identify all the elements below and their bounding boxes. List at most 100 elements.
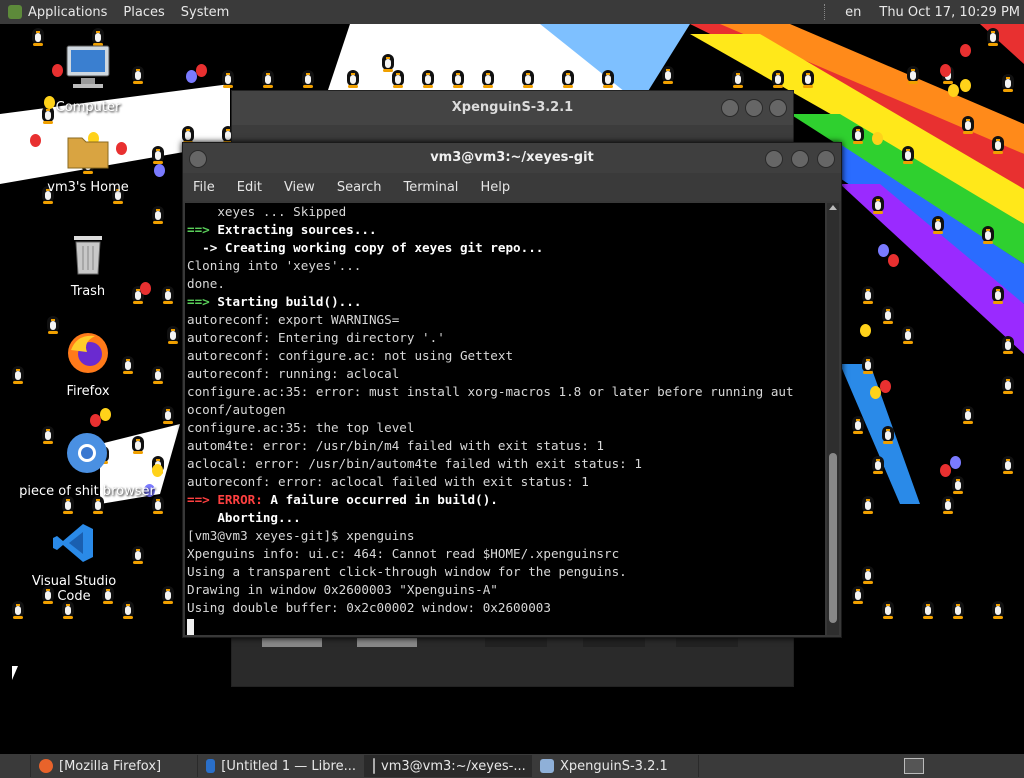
desktop-icon-computer[interactable]: Computer [33, 44, 143, 115]
penguin-sprite [600, 68, 616, 88]
system-menu[interactable]: System [173, 5, 237, 20]
trash-icon [74, 236, 102, 275]
close-button[interactable] [769, 99, 787, 117]
terminal-window[interactable]: vm3@vm3:~/xeyes-git File Edit View Searc… [182, 142, 842, 638]
balloon-sprite [870, 386, 881, 399]
task-label: XpenguinS-3.2.1 [560, 758, 668, 774]
penguin-sprite [770, 68, 786, 88]
desktop-icon-browser[interactable]: piece of shit browser [17, 430, 157, 499]
clock[interactable]: Thu Oct 17, 10:29 PM [879, 5, 1020, 20]
xpenguins-control[interactable] [583, 637, 645, 647]
penguin-sprite [1000, 334, 1016, 354]
penguin-sprite [160, 584, 176, 604]
scroll-up-icon[interactable] [829, 205, 837, 210]
penguin-sprite [345, 68, 361, 88]
terminal-line: configure.ac:35: error: must install xor… [187, 383, 825, 401]
terminal-text-segment: Creating working copy of xeyes git repo.… [224, 240, 544, 255]
menu-view[interactable]: View [284, 180, 315, 195]
terminal-text-segment: autoreconf: error: aclocal failed with e… [187, 474, 589, 489]
terminal-line: Cloning into 'xeyes'... [187, 257, 825, 275]
xpenguins-window-title[interactable]: XpenguinS-3.2.1 [232, 91, 793, 125]
menu-edit[interactable]: Edit [237, 180, 262, 195]
terminal-titlebar[interactable]: vm3@vm3:~/xeyes-git [183, 143, 841, 173]
maximize-button[interactable] [791, 150, 809, 168]
penguin-sprite [165, 324, 181, 344]
task-xpenguins[interactable]: XpenguinS-3.2.1 [532, 755, 699, 777]
penguin-sprite [950, 474, 966, 494]
balloon-sprite [948, 84, 959, 97]
balloon-sprite [940, 64, 951, 77]
penguin-sprite [940, 494, 956, 514]
task-writer[interactable]: [Untitled 1 — Libre... [198, 755, 365, 777]
desktop-icon-trash[interactable]: Trash [33, 230, 143, 299]
xpenguins-control[interactable] [676, 637, 738, 647]
menu-file[interactable]: File [193, 180, 215, 195]
terminal-prompt-line[interactable] [185, 617, 825, 635]
terminal-line: Xpenguins info: ui.c: 464: Cannot read $… [187, 545, 825, 563]
computer-icon [66, 45, 110, 88]
window-icon [540, 759, 554, 773]
workspace-switcher[interactable] [904, 758, 924, 774]
terminal-screen[interactable]: xeyes ... Skipped ==> Extracting sources.… [185, 203, 825, 635]
task-firefox[interactable]: [Mozilla Firefox] [31, 755, 198, 777]
applications-menu-label: Applications [28, 4, 108, 20]
desktop-icon-home[interactable]: vm3's Home [33, 128, 143, 195]
menu-search[interactable]: Search [337, 180, 382, 195]
penguin-sprite [420, 68, 436, 88]
xpenguins-control[interactable] [357, 637, 417, 647]
balloon-sprite [960, 79, 971, 92]
terminal-line: Using double buffer: 0x2c00002 window: 0… [187, 599, 825, 617]
scrollbar-thumb[interactable] [829, 453, 837, 623]
system-menu-label: System [180, 4, 230, 20]
penguin-sprite [985, 26, 1001, 46]
penguin-sprite [990, 134, 1006, 154]
window-menu-button[interactable] [189, 150, 207, 168]
terminal-text-segment: xeyes ... Skipped [187, 204, 347, 219]
desktop-icon-label: piece of shit browser [19, 484, 155, 499]
menu-help[interactable]: Help [480, 180, 510, 195]
balloon-sprite [960, 44, 971, 57]
penguin-sprite [30, 26, 46, 46]
penguin-sprite [300, 68, 316, 88]
penguin-sprite [660, 64, 676, 84]
xpenguins-control[interactable] [485, 637, 547, 647]
terminal-text-segment: Aborting... [187, 510, 301, 525]
vscode-icon [53, 524, 93, 562]
balloon-sprite [950, 456, 961, 469]
balloon-sprite [888, 254, 899, 267]
terminal-line: autom4te: error: /usr/bin/m4 failed with… [187, 437, 825, 455]
places-menu-label: Places [123, 4, 165, 20]
firefox-icon [39, 759, 53, 773]
balloon-sprite [872, 132, 883, 145]
terminal-line: configure.ac:35: the top level [187, 419, 825, 437]
task-terminal[interactable]: vm3@vm3:~/xeyes-... [365, 755, 532, 777]
xpenguins-control[interactable] [262, 637, 322, 647]
maximize-button[interactable] [745, 99, 763, 117]
places-menu[interactable]: Places [115, 5, 172, 20]
desktop-icon-firefox[interactable]: Firefox [33, 330, 143, 399]
terminal-text-segment: Using a transparent click-through window… [187, 564, 627, 579]
minimize-button[interactable] [721, 99, 739, 117]
terminal-scrollbar[interactable] [827, 203, 839, 635]
task-label: [Mozilla Firefox] [59, 758, 162, 774]
minimize-button[interactable] [765, 150, 783, 168]
terminal-line: ==> ERROR: A failure occurred in build()… [187, 491, 825, 509]
applications-menu[interactable]: Applications [0, 5, 115, 20]
show-desktop-button[interactable] [0, 755, 31, 777]
terminal-menubar: File Edit View Search Terminal Help [183, 173, 841, 201]
terminal-text-segment: Extracting sources... [217, 222, 377, 237]
terminal-text-segment: oconf/autogen [187, 402, 286, 417]
close-button[interactable] [817, 150, 835, 168]
task-label: [Untitled 1 — Libre... [221, 758, 356, 774]
penguin-sprite [880, 304, 896, 324]
terminal-title: vm3@vm3:~/xeyes-git [430, 150, 594, 165]
penguin-sprite [920, 599, 936, 619]
keyboard-layout-indicator[interactable]: en [845, 5, 861, 20]
penguin-sprite [260, 68, 276, 88]
terminal-text-segment: ==> ERROR: [187, 492, 271, 507]
balloon-sprite [154, 164, 165, 177]
balloon-sprite [196, 64, 207, 77]
desktop-icon-vscode[interactable]: Visual Studio Code [18, 520, 130, 604]
terminal-text-segment: autoreconf: running: aclocal [187, 366, 400, 381]
menu-terminal[interactable]: Terminal [403, 180, 458, 195]
